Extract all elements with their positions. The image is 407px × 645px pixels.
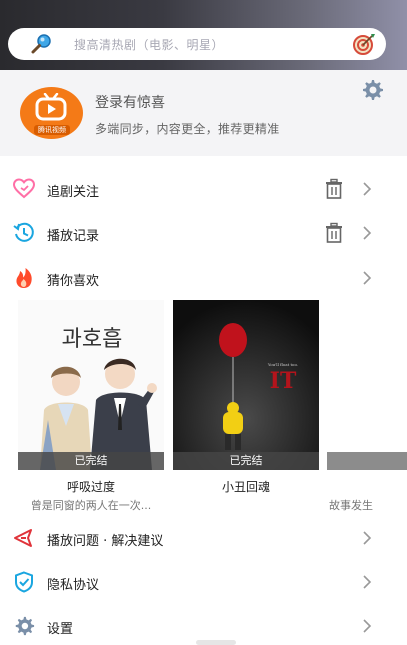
poster-image: 과호흡 已完结	[18, 300, 164, 470]
poster-it-title: IT	[270, 368, 297, 394]
shield-icon	[15, 571, 33, 593]
poster-illustration: 과호흡	[18, 300, 164, 470]
menu-guess-label: 猜你喜欢	[47, 274, 100, 289]
chevron-right-icon	[363, 531, 372, 545]
menu-settings[interactable]: 设置	[0, 605, 407, 645]
chevron-right-icon	[363, 226, 372, 240]
top-bar: 搜高清热剧（电影、明星）	[0, 0, 407, 70]
menu-follow-label: 追剧关注	[47, 185, 100, 200]
gear-icon	[15, 616, 35, 636]
recommend-card[interactable]: You'll float too. IT 已完结 小丑回魂	[173, 300, 319, 515]
recommend-card[interactable]: 과호흡 已完结 呼吸过度 曾是同窗的两人在一次...	[18, 300, 164, 515]
card-title: 小丑回魂	[221, 480, 270, 494]
completed-badge: 已完结	[173, 452, 319, 470]
search-bar[interactable]: 搜高清热剧（电影、明星）	[8, 28, 386, 60]
logo-brand-text: 腾讯视频	[34, 125, 70, 135]
trash-icon[interactable]	[323, 222, 345, 244]
recommend-card[interactable]: 故事发生	[327, 300, 407, 515]
poster-korean-title: 과호흡	[62, 327, 123, 352]
feedback-icon	[14, 529, 32, 547]
history-icon	[13, 222, 34, 242]
poster-image	[327, 300, 407, 470]
login-subtitle: 多端同步，内容更全，推荐更精准	[95, 122, 280, 136]
menu-settings-label: 设置	[47, 622, 74, 637]
card-description: 曾是同窗的两人在一次...	[30, 499, 152, 512]
menu-history[interactable]: 播放记录	[0, 212, 407, 256]
completed-badge	[327, 452, 407, 470]
menu-feedback-label: 播放问题 · 解决建议	[47, 534, 164, 549]
menu-privacy[interactable]: 隐私协议	[0, 561, 407, 605]
chevron-right-icon	[363, 575, 372, 589]
search-icon	[31, 34, 51, 54]
menu-follow[interactable]: 追剧关注	[0, 168, 407, 212]
trash-icon[interactable]	[323, 178, 345, 200]
chevron-right-icon	[363, 182, 372, 196]
heart-icon	[13, 178, 35, 199]
login-title[interactable]: 登录有惊喜	[95, 92, 165, 112]
chevron-right-icon	[363, 271, 372, 285]
flame-icon	[16, 268, 32, 288]
target-icon[interactable]	[352, 33, 376, 55]
menu-privacy-label: 隐私协议	[47, 578, 100, 593]
poster-illustration: You'll float too. IT	[173, 300, 319, 470]
svg-text:You'll float too.: You'll float too.	[267, 362, 298, 367]
completed-badge: 已完结	[18, 452, 164, 470]
settings-gear-icon[interactable]	[360, 78, 384, 102]
poster-image: You'll float too. IT 已完结	[173, 300, 319, 470]
card-description: 故事发生	[329, 499, 373, 512]
chevron-right-icon	[363, 619, 372, 633]
search-placeholder: 搜高清热剧（电影、明星）	[74, 38, 225, 52]
tencent-video-logo: 腾讯视频	[20, 87, 83, 139]
menu-guess[interactable]: 猜你喜欢	[0, 257, 407, 301]
home-indicator	[196, 640, 236, 645]
menu-feedback[interactable]: 播放问题 · 解决建议	[0, 517, 407, 561]
menu-history-label: 播放记录	[47, 229, 100, 244]
card-title: 呼吸过度	[66, 480, 115, 494]
tv-icon	[35, 93, 67, 121]
